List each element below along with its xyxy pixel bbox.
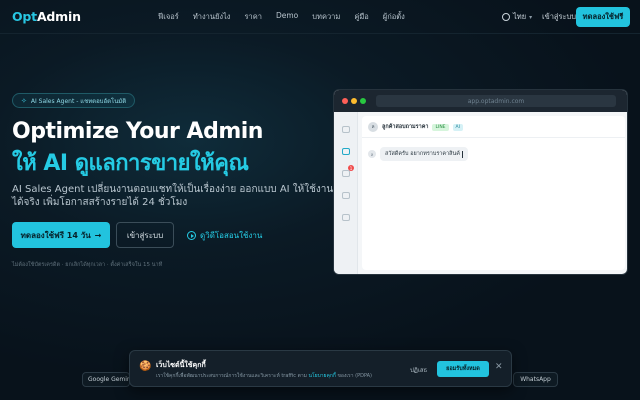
logo[interactable]: OptAdmin — [12, 9, 81, 24]
nav-link-pricing[interactable]: ราคา — [244, 11, 261, 23]
message-avatar: ล — [368, 150, 376, 158]
chat-title: ลูกค้าสอบถามราคา — [382, 124, 429, 130]
cookie-icon: 🍪 — [139, 361, 152, 372]
customer-avatar: ล — [368, 122, 378, 132]
app-mockup-window: app.optadmin.com 1 ล ลูกค้าสอบถามราคา LI… — [333, 89, 628, 275]
window-minimize-dot — [351, 98, 357, 104]
nav-link-how-it-works[interactable]: ทำงานยังไง — [193, 11, 231, 23]
chat-header: ล ลูกค้าสอบถามราคา LINE AI — [368, 122, 463, 132]
top-navbar: OptAdmin ฟีเจอร์ ทำงานยังไง ราคา Demo บท… — [0, 0, 640, 34]
headline-line1: Optimize Your Admin — [12, 119, 263, 144]
message-bubble: สวัสดีครับ อยากทราบราคาสินค้ — [380, 147, 468, 161]
hero-badge: ✧ AI Sales Agent - แชทตอบอัตโนมัติ — [12, 93, 136, 108]
mockup-sidebar: 1 — [334, 112, 358, 274]
nav-link-founders[interactable]: ผู้ก่อตั้ง — [383, 11, 405, 23]
nav-link-guide[interactable]: คู่มือ — [354, 11, 368, 23]
globe-icon — [502, 13, 510, 21]
cookie-policy-link[interactable]: นโยบายคุกกี้ — [309, 373, 336, 379]
nav-link-articles[interactable]: บทความ — [312, 11, 340, 23]
nav-links: ฟีเจอร์ ทำงานยังไง ราคา Demo บทความ คู่ม… — [158, 11, 405, 23]
free-trial-label: ทดลองใช้ฟรี 14 วัน — [20, 230, 91, 240]
cookie-reject-button[interactable]: ปฏิเสธ — [410, 365, 427, 375]
browser-titlebar: app.optadmin.com — [334, 90, 627, 112]
hero-badge-label: AI Sales Agent - แชทตอบอัตโนมัติ — [30, 97, 127, 105]
nav-link-demo[interactable]: Demo — [276, 11, 298, 23]
chat-panel: ล ลูกค้าสอบถามราคา LINE AI ล สวัสดีครับ … — [362, 116, 625, 270]
arrow-right-icon: → — [94, 230, 102, 240]
address-bar: app.optadmin.com — [376, 95, 616, 107]
cookie-text-after: ของเรา (PDPA) — [337, 373, 373, 379]
headline-line2: ให้ AI ดูแลการขายให้คุณ — [12, 151, 249, 176]
ai-tag: AI — [452, 123, 463, 131]
book-icon — [342, 170, 350, 177]
cookie-banner: 🍪 เว็บไซต์นี้ใช้คุกกี้ เราใช้คุกกี้เพื่อ… — [129, 350, 512, 387]
cookie-text: เราใช้คุกกี้เพื่อพัฒนาประสบการณ์การใช้งา… — [156, 372, 372, 380]
hero-fineprint: ไม่ต้องใช้บัตรเครดิต · ยกเลิกได้ทุกเวลา … — [12, 262, 163, 268]
users-icon — [342, 192, 350, 199]
chat-divider — [362, 137, 625, 138]
chat-message: ล สวัสดีครับ อยากทราบราคาสินค้ — [368, 147, 468, 161]
window-close-dot — [342, 98, 348, 104]
typing-caret — [461, 150, 463, 158]
free-trial-button[interactable]: ทดลองใช้ฟรี 14 วัน → — [12, 222, 110, 248]
message-text: สวัสดีครับ อยากทราบราคาสินค้ — [385, 151, 460, 157]
chevron-down-icon: ▾ — [529, 13, 533, 21]
watch-video-label: ดูวิดีโอสอนใช้งาน — [200, 231, 263, 240]
logo-admin: Admin — [36, 9, 81, 24]
cookie-title: เว็บไซต์นี้ใช้คุกกี้ — [156, 361, 206, 369]
partner-pill-google-gemini: Google Gemini — [82, 372, 130, 387]
card-icon — [342, 214, 350, 221]
subtitle-line2: ได้จริง เพิ่มโอกาสสร้างรายได้ 24 ชั่วโมง — [12, 197, 188, 208]
nav-login-link[interactable]: เข้าสู่ระบบ — [542, 11, 576, 23]
cookie-accept-button[interactable]: ยอมรับทั้งหมด — [437, 361, 489, 377]
language-selector[interactable]: ไทย ▾ — [502, 11, 532, 23]
logo-opt: Opt — [12, 9, 37, 24]
close-icon[interactable]: ✕ — [495, 362, 503, 372]
chat-icon — [342, 148, 350, 155]
login-button[interactable]: เข้าสู่ระบบ — [116, 222, 174, 248]
cookie-text-before: เราใช้คุกกี้เพื่อพัฒนาประสบการณ์การใช้งา… — [156, 373, 307, 379]
nav-link-features[interactable]: ฟีเจอร์ — [158, 11, 179, 23]
play-icon — [187, 231, 196, 240]
window-maximize-dot — [360, 98, 366, 104]
grid-icon — [342, 126, 350, 133]
nav-free-trial-button[interactable]: ทดลองใช้ฟรี — [576, 7, 630, 27]
line-tag: LINE — [432, 123, 449, 131]
language-label: ไทย — [513, 12, 527, 21]
partner-pill-whatsapp: WhatsApp — [513, 372, 558, 387]
sparkle-icon: ✧ — [21, 96, 27, 105]
watch-video-button[interactable]: ดูวิดีโอสอนใช้งาน — [187, 229, 262, 242]
